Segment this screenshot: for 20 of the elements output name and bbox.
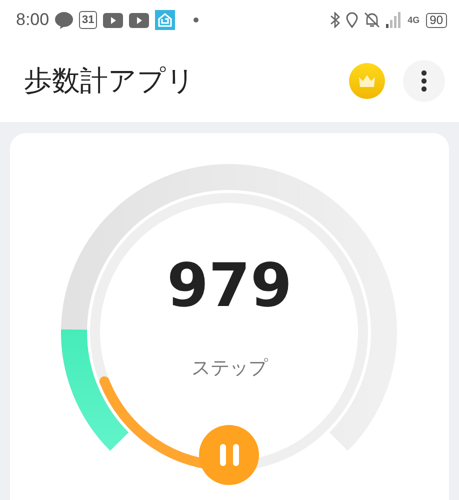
app-title: 歩数計アプリ — [24, 63, 196, 99]
chat-bubble-icon — [55, 12, 74, 28]
video-play-icon — [129, 12, 150, 28]
location-pin-icon — [346, 12, 358, 28]
network-type: 4G — [408, 16, 420, 24]
clock-time: 8:00 — [16, 10, 50, 30]
step-count: 979 — [166, 251, 292, 321]
bluetooth-icon — [330, 12, 340, 28]
battery-icon: 90 — [426, 12, 447, 28]
muted-bell-icon — [364, 12, 380, 28]
crown-icon — [358, 74, 376, 88]
more-vertical-icon — [421, 70, 427, 92]
video-play-icon — [103, 12, 124, 28]
dot-icon — [193, 17, 200, 23]
more-menu-button[interactable] — [403, 60, 445, 102]
calendar-icon: 31 — [79, 11, 98, 29]
signal-icon — [386, 12, 402, 28]
house-app-icon — [155, 10, 176, 30]
step-unit-label: ステップ — [192, 356, 268, 381]
premium-button[interactable] — [349, 63, 385, 99]
